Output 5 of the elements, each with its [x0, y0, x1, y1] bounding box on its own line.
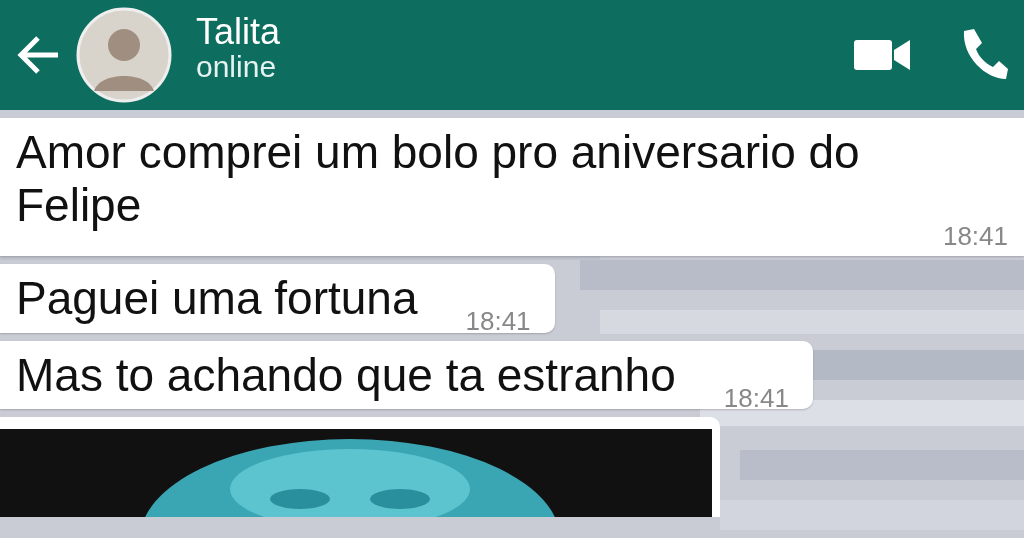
contact-name: Talita — [196, 13, 281, 50]
back-icon[interactable] — [16, 35, 60, 75]
avatar[interactable] — [76, 7, 172, 103]
video-call-icon[interactable] — [854, 38, 910, 72]
contact-status: online — [196, 49, 278, 83]
